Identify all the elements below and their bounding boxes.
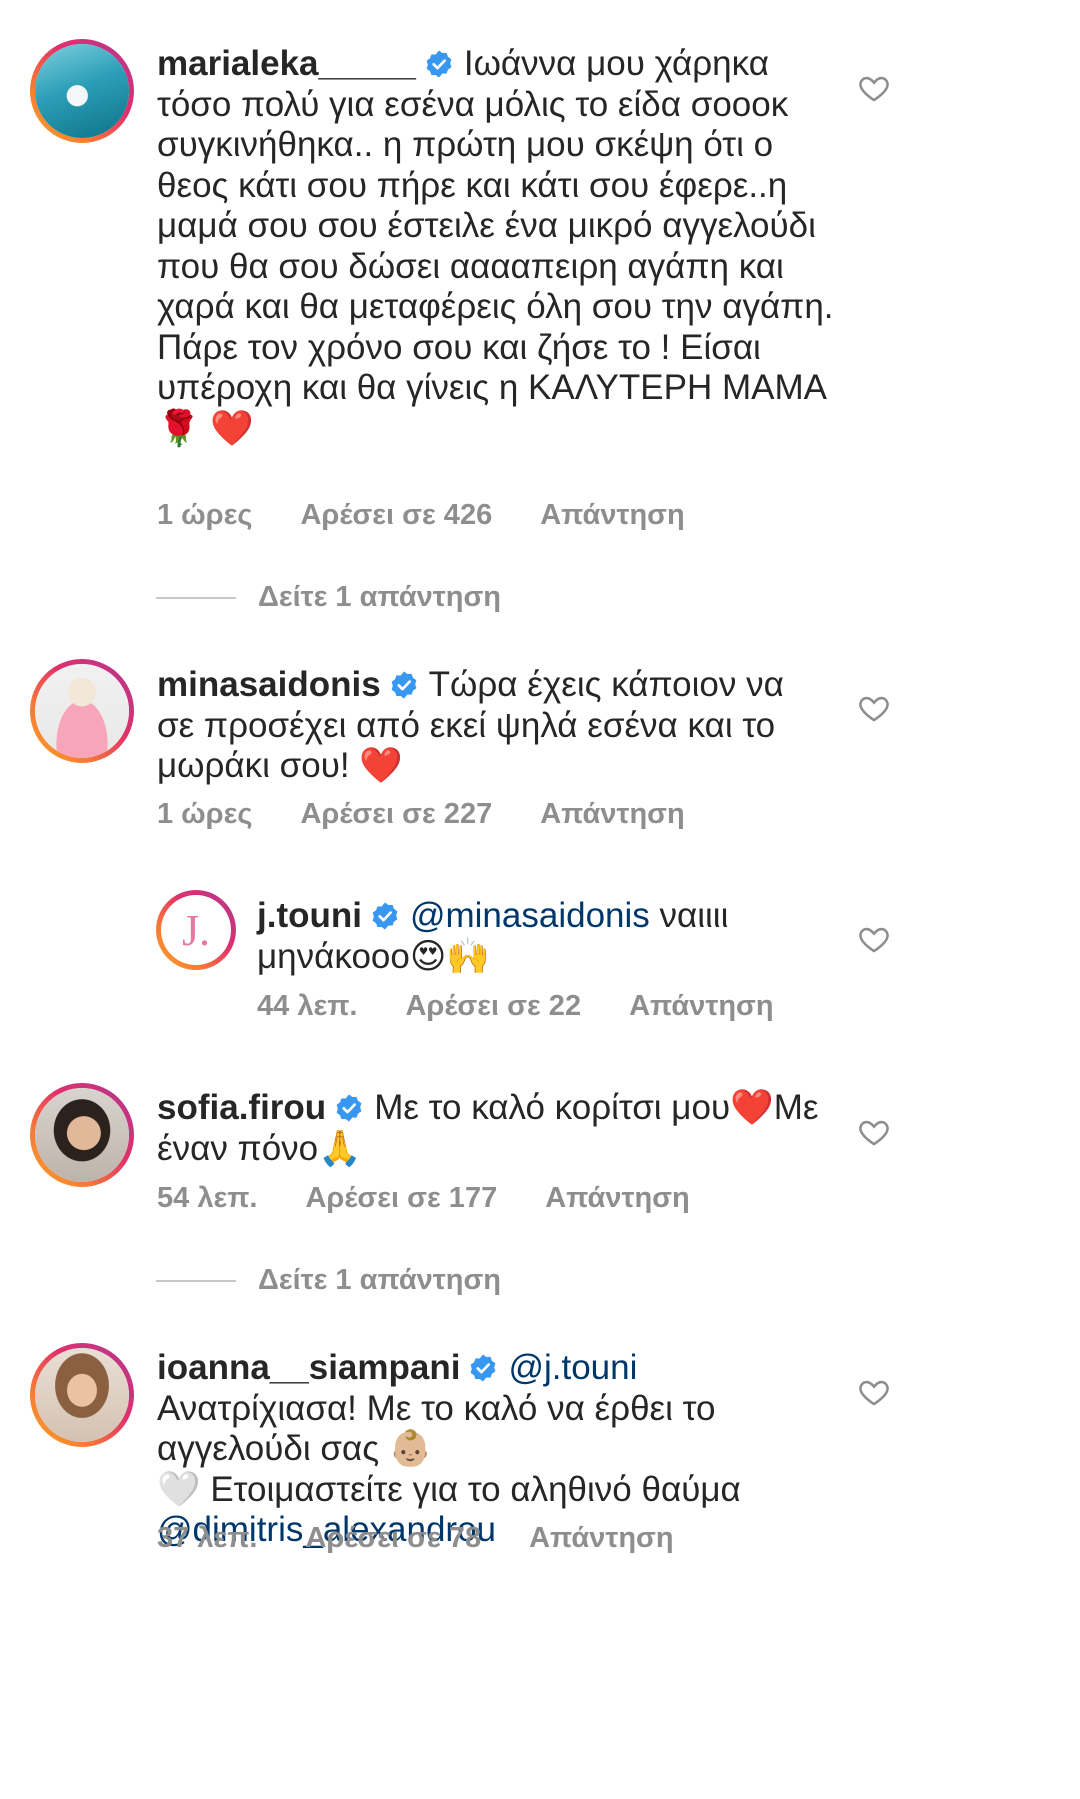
comment-emoji: 👶🏼 <box>388 1429 433 1468</box>
avatar-image <box>35 44 129 138</box>
verified-badge-icon <box>372 902 398 930</box>
view-replies-button[interactable]: Δείτε 1 απάντηση <box>156 1264 501 1297</box>
avatar-image <box>35 1348 129 1442</box>
comment-body: minasaidonis Τώρα έχεις κάποιον να σε προ… <box>157 665 817 787</box>
username[interactable]: minasaidonis <box>157 665 381 704</box>
verified-badge-icon <box>471 1354 496 1382</box>
avatar[interactable] <box>30 1083 134 1187</box>
comment-meta: 1 ώρες Αρέσει σε 227 Απάντηση <box>157 798 733 831</box>
heart-outline-icon[interactable] <box>857 71 891 105</box>
timestamp: 54 λεπ. <box>157 1182 258 1214</box>
comment-meta: 37 λεπ. Αρέσει σε 78 Απάντηση <box>157 1522 722 1555</box>
verified-badge-icon <box>426 50 452 78</box>
comment-emoji: 😍🙌 <box>409 936 490 976</box>
comment-emoji: 🌹 ❤️ <box>157 408 254 448</box>
avatar[interactable] <box>30 659 134 763</box>
comment-emoji-2: 🤍 <box>157 1469 201 1509</box>
view-replies-button[interactable]: Δείτε 1 απάντηση <box>156 581 501 614</box>
avatar[interactable]: J. <box>156 890 236 970</box>
avatar-image <box>35 1088 129 1182</box>
username[interactable]: ioanna__siampani <box>157 1348 460 1387</box>
view-replies-label: Δείτε 1 απάντηση <box>258 1264 502 1296</box>
comment-emoji: ❤️ <box>730 1088 774 1127</box>
comment-text-2: Ετοιμαστείτε για το αληθινό θαύμα <box>210 1469 741 1509</box>
reply-button[interactable]: Απάντηση <box>545 1182 690 1214</box>
username[interactable]: j.touni <box>257 896 362 935</box>
comment-text: Με το καλό κορίτσι μου <box>374 1088 731 1127</box>
reply-button[interactable]: Απάντηση <box>629 990 774 1022</box>
reply-button[interactable]: Απάντηση <box>529 1522 674 1554</box>
mention-link[interactable]: @j.touni <box>508 1348 637 1387</box>
heart-outline-icon[interactable] <box>857 1375 891 1409</box>
comment-body: marialeka_____ Ιωάννα μου χάρηκα τόσο πολ… <box>157 44 837 449</box>
timestamp: 1 ώρες <box>157 499 253 531</box>
heart-outline-icon[interactable] <box>857 1115 891 1149</box>
likes-count[interactable]: Αρέσει σε 227 <box>300 798 492 830</box>
likes-count[interactable]: Αρέσει σε 426 <box>300 499 492 531</box>
comment-text-2: Πάρε τον χρόνο σου και ζήσε το ! Είσαι υ… <box>157 327 827 408</box>
likes-count[interactable]: Αρέσει σε 177 <box>305 1182 497 1214</box>
mention-link[interactable]: @minasaidonis <box>410 896 650 935</box>
heart-outline-icon[interactable] <box>857 922 891 956</box>
comment-emoji: ❤️ <box>359 746 403 785</box>
comment-emoji-2: 🙏 <box>318 1128 362 1168</box>
likes-count[interactable]: Αρέσει σε 22 <box>405 990 581 1022</box>
timestamp: 1 ώρες <box>157 798 253 830</box>
reply-button[interactable]: Απάντηση <box>540 499 685 531</box>
divider <box>156 1280 236 1283</box>
view-replies-label: Δείτε 1 απάντηση <box>258 581 502 613</box>
reply-button[interactable]: Απάντηση <box>540 798 685 830</box>
jtouni-logo: J. <box>161 895 231 965</box>
comment-body: sofia.firou Με το καλό κορίτσι μου❤️Με έν… <box>157 1088 837 1169</box>
timestamp: 44 λεπ. <box>257 990 358 1022</box>
username[interactable]: sofia.firou <box>157 1088 326 1127</box>
comment-body: ioanna__siampani @j.touni Ανατρίχιασα! Με… <box>157 1348 837 1551</box>
divider <box>156 597 236 600</box>
timestamp: 37 λεπ. <box>157 1522 258 1554</box>
comment-text: Ιωάννα μου χάρηκα τόσο πολύ για εσένα μό… <box>157 44 834 326</box>
heart-outline-icon[interactable] <box>857 691 891 725</box>
verified-badge-icon <box>391 671 417 699</box>
avatar-image <box>35 664 129 758</box>
comment-meta: 1 ώρες Αρέσει σε 426 Απάντηση <box>157 499 733 532</box>
comment-body: j.touni @minasaidonis ναιιιι μηνάκοοο😍🙌 <box>257 896 817 977</box>
comment-meta: 44 λεπ. Αρέσει σε 22 Απάντηση <box>257 990 822 1023</box>
comment-meta: 54 λεπ. Αρέσει σε 177 Απάντηση <box>157 1182 738 1215</box>
avatar[interactable] <box>30 39 134 143</box>
likes-count[interactable]: Αρέσει σε 78 <box>305 1522 481 1554</box>
username[interactable]: marialeka_____ <box>157 44 416 83</box>
avatar[interactable] <box>30 1343 134 1447</box>
verified-badge-icon <box>336 1094 362 1122</box>
comment-text: Ανατρίχιασα! Με το καλό να έρθει το αγγε… <box>157 1388 716 1469</box>
